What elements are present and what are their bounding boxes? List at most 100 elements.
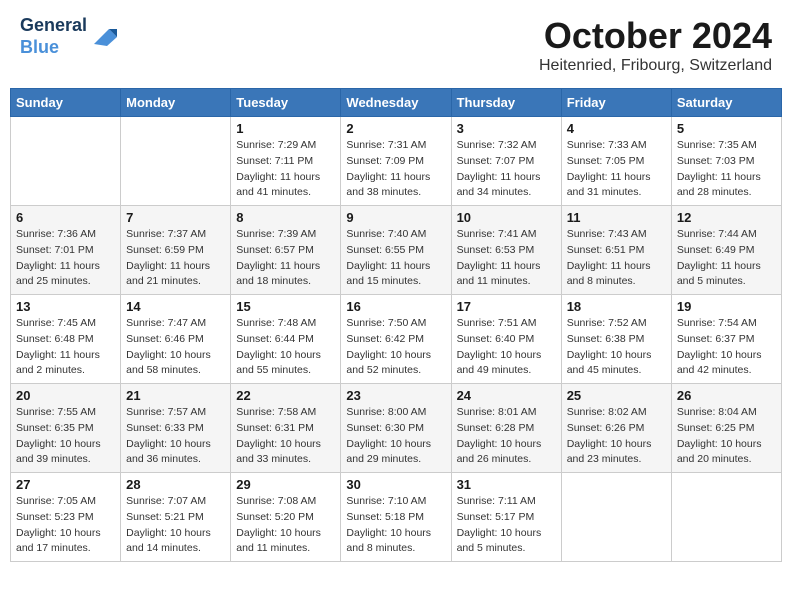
day-info-line: Daylight: 10 hours and 55 minutes. [236, 348, 335, 380]
day-info-line: Sunrise: 7:52 AM [567, 316, 666, 332]
day-info-line: Daylight: 10 hours and 29 minutes. [346, 437, 445, 469]
calendar-cell: 10Sunrise: 7:41 AMSunset: 6:53 PMDayligh… [451, 206, 561, 295]
calendar-cell: 20Sunrise: 7:55 AMSunset: 6:35 PMDayligh… [11, 384, 121, 473]
day-info-line: Sunset: 6:59 PM [126, 243, 225, 259]
day-info-line: Sunset: 6:42 PM [346, 332, 445, 348]
day-number: 25 [567, 388, 666, 403]
day-of-week-header: Monday [121, 89, 231, 117]
day-info-line: Sunset: 6:26 PM [567, 421, 666, 437]
day-number: 9 [346, 210, 445, 225]
day-number: 21 [126, 388, 225, 403]
day-info-line: Sunrise: 7:50 AM [346, 316, 445, 332]
day-info-line: Sunset: 5:18 PM [346, 510, 445, 526]
calendar-cell: 26Sunrise: 8:04 AMSunset: 6:25 PMDayligh… [671, 384, 781, 473]
calendar-cell: 19Sunrise: 7:54 AMSunset: 6:37 PMDayligh… [671, 295, 781, 384]
calendar-cell: 1Sunrise: 7:29 AMSunset: 7:11 PMDaylight… [231, 117, 341, 206]
day-info-line: Daylight: 11 hours and 41 minutes. [236, 170, 335, 202]
day-number: 28 [126, 477, 225, 492]
day-info-line: Daylight: 10 hours and 11 minutes. [236, 526, 335, 558]
calendar-cell: 25Sunrise: 8:02 AMSunset: 6:26 PMDayligh… [561, 384, 671, 473]
day-number: 14 [126, 299, 225, 314]
day-info-line: Daylight: 11 hours and 5 minutes. [677, 259, 776, 291]
day-info-line: Sunset: 5:17 PM [457, 510, 556, 526]
day-info-line: Daylight: 10 hours and 52 minutes. [346, 348, 445, 380]
calendar-cell: 2Sunrise: 7:31 AMSunset: 7:09 PMDaylight… [341, 117, 451, 206]
day-info-line: Sunset: 6:55 PM [346, 243, 445, 259]
day-info-line: Daylight: 10 hours and 45 minutes. [567, 348, 666, 380]
day-info-line: Sunrise: 7:31 AM [346, 138, 445, 154]
calendar-cell: 16Sunrise: 7:50 AMSunset: 6:42 PMDayligh… [341, 295, 451, 384]
day-info-line: Sunset: 6:48 PM [16, 332, 115, 348]
day-info-line: Daylight: 11 hours and 21 minutes. [126, 259, 225, 291]
day-info-line: Daylight: 11 hours and 15 minutes. [346, 259, 445, 291]
title-section: October 2024 Heitenried, Fribourg, Switz… [539, 15, 772, 75]
day-info-line: Sunrise: 8:04 AM [677, 405, 776, 421]
day-info-line: Sunrise: 7:36 AM [16, 227, 115, 243]
day-info-line: Sunset: 7:01 PM [16, 243, 115, 259]
day-info-line: Sunrise: 7:35 AM [677, 138, 776, 154]
day-info-line: Daylight: 11 hours and 34 minutes. [457, 170, 556, 202]
calendar-cell: 18Sunrise: 7:52 AMSunset: 6:38 PMDayligh… [561, 295, 671, 384]
day-info-line: Daylight: 11 hours and 18 minutes. [236, 259, 335, 291]
day-number: 5 [677, 121, 776, 136]
calendar-cell: 11Sunrise: 7:43 AMSunset: 6:51 PMDayligh… [561, 206, 671, 295]
calendar-cell: 31Sunrise: 7:11 AMSunset: 5:17 PMDayligh… [451, 473, 561, 562]
calendar-cell: 13Sunrise: 7:45 AMSunset: 6:48 PMDayligh… [11, 295, 121, 384]
day-info-line: Sunrise: 7:08 AM [236, 494, 335, 510]
day-of-week-header: Thursday [451, 89, 561, 117]
day-info-line: Sunset: 6:57 PM [236, 243, 335, 259]
calendar-cell: 12Sunrise: 7:44 AMSunset: 6:49 PMDayligh… [671, 206, 781, 295]
calendar-cell: 6Sunrise: 7:36 AMSunset: 7:01 PMDaylight… [11, 206, 121, 295]
day-info-line: Daylight: 11 hours and 8 minutes. [567, 259, 666, 291]
day-info-line: Sunrise: 7:29 AM [236, 138, 335, 154]
calendar-cell [561, 473, 671, 562]
calendar-cell [671, 473, 781, 562]
calendar-cell: 23Sunrise: 8:00 AMSunset: 6:30 PMDayligh… [341, 384, 451, 473]
day-number: 27 [16, 477, 115, 492]
day-info-line: Sunrise: 7:37 AM [126, 227, 225, 243]
day-info-line: Daylight: 11 hours and 11 minutes. [457, 259, 556, 291]
day-number: 29 [236, 477, 335, 492]
day-info-line: Sunset: 7:07 PM [457, 154, 556, 170]
day-info-line: Sunset: 5:21 PM [126, 510, 225, 526]
day-info-line: Daylight: 10 hours and 42 minutes. [677, 348, 776, 380]
day-info-line: Sunset: 5:20 PM [236, 510, 335, 526]
day-info-line: Sunrise: 7:32 AM [457, 138, 556, 154]
day-number: 4 [567, 121, 666, 136]
day-info-line: Daylight: 10 hours and 8 minutes. [346, 526, 445, 558]
calendar-week-row: 27Sunrise: 7:05 AMSunset: 5:23 PMDayligh… [11, 473, 782, 562]
day-info-line: Daylight: 10 hours and 23 minutes. [567, 437, 666, 469]
day-info-line: Daylight: 10 hours and 20 minutes. [677, 437, 776, 469]
day-number: 8 [236, 210, 335, 225]
day-info-line: Daylight: 11 hours and 38 minutes. [346, 170, 445, 202]
calendar-cell: 15Sunrise: 7:48 AMSunset: 6:44 PMDayligh… [231, 295, 341, 384]
day-number: 17 [457, 299, 556, 314]
calendar-week-row: 6Sunrise: 7:36 AMSunset: 7:01 PMDaylight… [11, 206, 782, 295]
day-info-line: Daylight: 10 hours and 33 minutes. [236, 437, 335, 469]
day-info-line: Sunset: 6:49 PM [677, 243, 776, 259]
day-of-week-header: Wednesday [341, 89, 451, 117]
day-info-line: Sunrise: 7:41 AM [457, 227, 556, 243]
day-info-line: Sunset: 6:44 PM [236, 332, 335, 348]
day-info-line: Sunset: 7:05 PM [567, 154, 666, 170]
day-info-line: Daylight: 10 hours and 14 minutes. [126, 526, 225, 558]
day-info-line: Sunrise: 7:11 AM [457, 494, 556, 510]
day-info-line: Daylight: 11 hours and 25 minutes. [16, 259, 115, 291]
page-header: GeneralBlue October 2024 Heitenried, Fri… [10, 10, 782, 80]
day-info-line: Daylight: 11 hours and 28 minutes. [677, 170, 776, 202]
day-of-week-header: Saturday [671, 89, 781, 117]
day-number: 19 [677, 299, 776, 314]
day-number: 22 [236, 388, 335, 403]
logo: GeneralBlue [20, 15, 119, 58]
day-of-week-header: Tuesday [231, 89, 341, 117]
day-info-line: Sunset: 6:28 PM [457, 421, 556, 437]
day-info-line: Sunrise: 7:10 AM [346, 494, 445, 510]
day-info-line: Daylight: 10 hours and 58 minutes. [126, 348, 225, 380]
day-info-line: Sunrise: 7:39 AM [236, 227, 335, 243]
day-number: 20 [16, 388, 115, 403]
calendar-cell: 21Sunrise: 7:57 AMSunset: 6:33 PMDayligh… [121, 384, 231, 473]
day-number: 12 [677, 210, 776, 225]
day-info-line: Sunset: 6:33 PM [126, 421, 225, 437]
calendar-cell [121, 117, 231, 206]
day-info-line: Sunrise: 7:07 AM [126, 494, 225, 510]
